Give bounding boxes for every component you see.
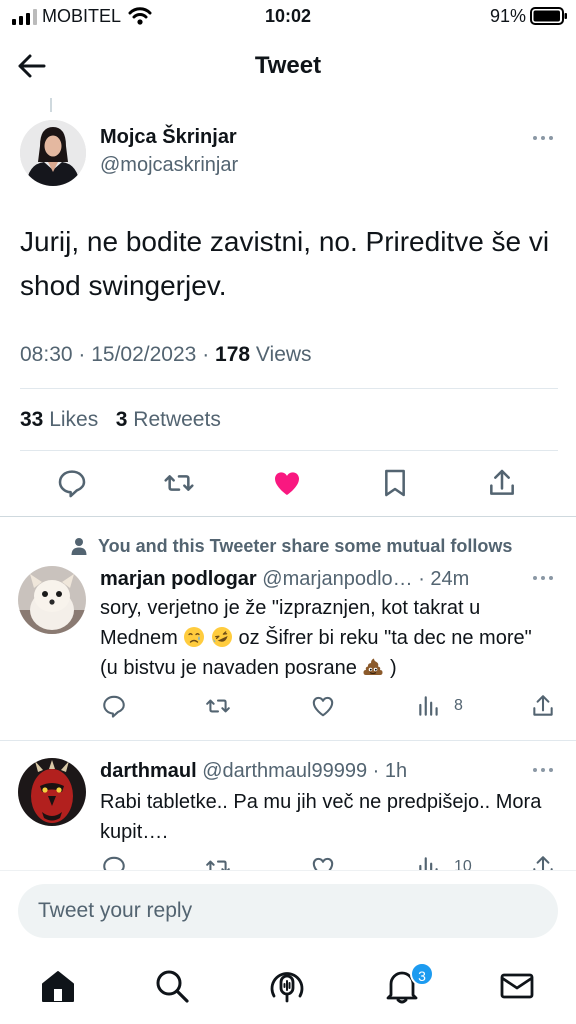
meta-separator: · [202,343,216,366]
battery-percentage: 91% [489,6,526,26]
reply-icon[interactable] [56,467,88,499]
retweet-icon[interactable] [205,693,231,719]
reply-author-name[interactable]: marjan podlogar [100,568,257,590]
author-name[interactable]: Mojca Škrinjar [100,126,237,149]
pile-of-poo-emoji-icon [363,658,383,675]
author-handle[interactable]: @mojcaskrinjar [100,154,238,177]
divider [20,450,558,451]
more-options-icon[interactable] [532,766,556,774]
search-icon[interactable] [152,966,192,1006]
like-heart-filled-icon[interactable] [271,467,303,499]
page-title: Tweet [254,52,322,79]
top-header: Tweet [0,34,576,96]
person-icon [71,538,87,555]
mutual-follows-note: You and this Tweeter share some mutual f… [98,536,513,556]
messages-envelope-icon[interactable] [497,966,537,1006]
likes-label: Likes [49,408,99,431]
share-icon[interactable] [486,467,518,499]
views-chart-icon[interactable] [416,693,442,719]
crying-face-emoji-icon [184,627,205,647]
home-icon[interactable] [38,966,78,1006]
author-avatar[interactable] [20,120,86,186]
reply-icon[interactable] [101,693,127,719]
more-options-icon[interactable] [532,574,556,582]
retweets-count: 3 [115,408,128,431]
share-icon[interactable] [530,693,556,719]
battery-icon [530,7,567,25]
status-bar: MOBITEL 10:02 91% [0,0,576,34]
reply-age: · 24m [418,568,470,590]
tweet-text: Jurij, ne bodite zavistni, no. Prireditv… [20,226,550,301]
reply-author-name[interactable]: darthmaul [100,760,197,782]
reply-compose-placeholder: Tweet your reply [38,899,193,922]
retweet-icon[interactable] [163,467,195,499]
rolling-laughing-emoji-icon [211,627,232,647]
view-count: 178 [215,343,251,366]
retweets-stat[interactable]: 3 Retweets [116,408,221,431]
spaces-icon[interactable] [267,966,307,1006]
divider [0,740,576,741]
reply-text: Rabi tabletke.. Pa mu jih več ne predpiš… [100,791,542,843]
views-label: Views [255,343,312,366]
reply-avatar[interactable] [18,758,86,826]
bookmark-icon[interactable] [379,467,411,499]
reply-age: · 1h [372,760,408,782]
likes-stat[interactable]: 33 Likes [20,408,98,431]
like-heart-icon[interactable] [310,693,336,719]
reply-author-handle[interactable]: @darthmaul99999 [202,760,367,782]
divider [20,388,558,389]
likes-count: 33 [20,408,44,431]
thread-connector-line [50,98,52,112]
reply-avatar[interactable] [18,566,86,634]
reply-header: marjan podlogar @marjanpodlo… · 24m [100,568,469,591]
more-options-icon[interactable] [532,134,556,142]
reply-text-part: ) [389,657,397,679]
meta-separator: · [78,343,92,366]
author-photo [20,120,86,186]
engagement-stats: 33 Likes 3 Retweets [20,408,221,432]
section-separator [0,516,576,517]
darthmaul-photo [18,758,86,826]
reply-text: sory, verjetno je že "izpraznjen, kot ta… [100,593,540,683]
tweet-time: 08:30 [20,343,73,366]
tweet-meta: 08:30 · 15/02/2023 · 178 Views [20,343,312,367]
tweet-date: 15/02/2023 [91,343,197,366]
notifications-badge: 3 [410,962,434,986]
reply-author-handle[interactable]: @marjanpodlo… [262,568,412,590]
dog-photo [18,566,86,634]
retweets-label: Retweets [133,408,221,431]
reply-header: darthmaul @darthmaul99999 · 1h [100,760,407,783]
reply-view-count: 8 [454,697,463,714]
